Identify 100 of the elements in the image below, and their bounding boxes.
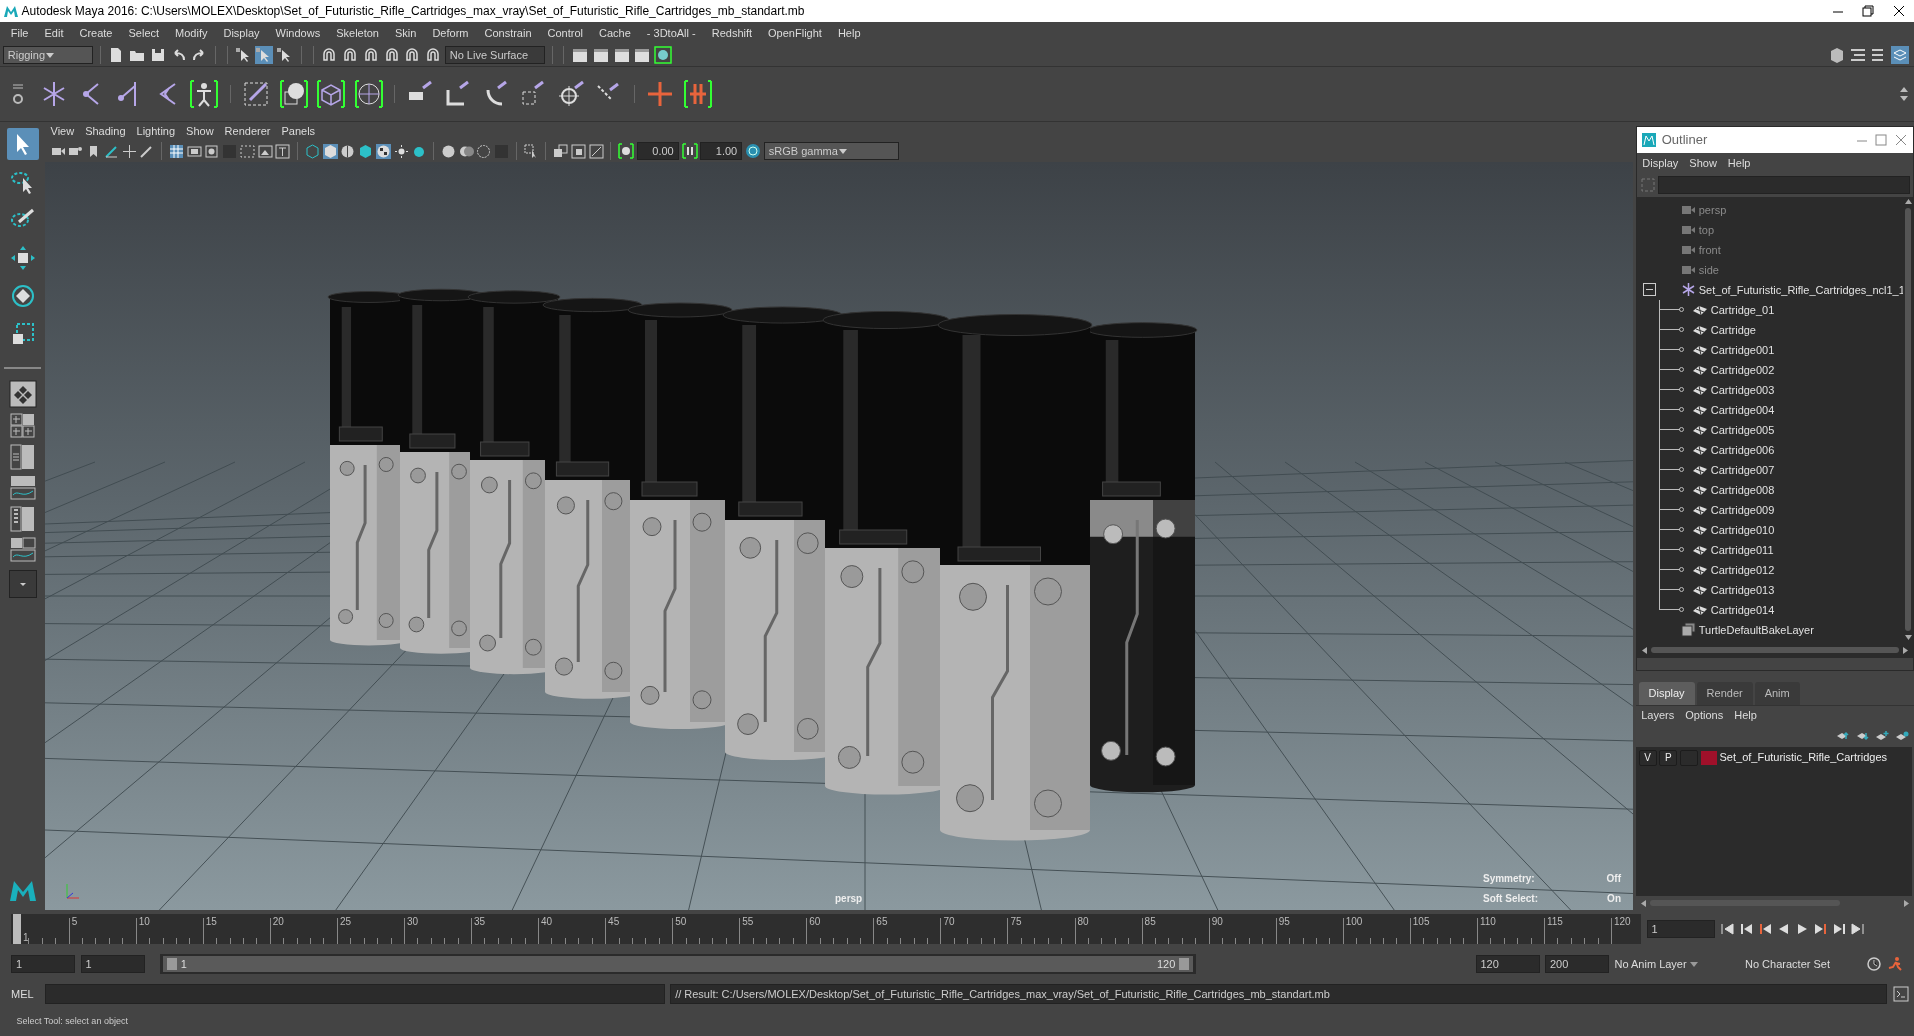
squares-icon[interactable] xyxy=(570,143,586,159)
cube-icon[interactable] xyxy=(322,143,338,159)
sphere-icon[interactable] xyxy=(440,143,456,159)
outliner-item[interactable]: Cartridge014 xyxy=(1710,599,1775,620)
checker-icon[interactable] xyxy=(375,143,391,159)
scroll-right-icon[interactable] xyxy=(1902,898,1912,908)
new-layer-icon[interactable] xyxy=(1894,729,1909,742)
gamma-icon[interactable] xyxy=(681,143,698,159)
clapperboard-icon[interactable] xyxy=(612,46,631,64)
layers-icon[interactable] xyxy=(1890,46,1909,64)
single-view-icon[interactable] xyxy=(8,379,37,408)
current-time-marker[interactable] xyxy=(13,914,21,944)
menu-item[interactable]: Modify xyxy=(167,22,216,44)
gamma-field[interactable]: 1.00 xyxy=(700,142,743,160)
figure-icon[interactable] xyxy=(188,78,221,110)
tool-button[interactable] xyxy=(6,127,39,160)
start-frame-field[interactable]: 1 xyxy=(11,955,75,973)
scrollbar-thumb[interactable] xyxy=(1905,208,1912,631)
cursor-icon[interactable] xyxy=(255,46,274,64)
outliner-item[interactable]: Cartridge006 xyxy=(1710,439,1775,460)
new-layer-icon[interactable] xyxy=(1875,729,1889,742)
menu-item[interactable]: Help xyxy=(829,22,869,44)
outliner-item[interactable]: Cartridge007 xyxy=(1710,459,1775,480)
square-icon[interactable] xyxy=(204,143,220,159)
range-handle[interactable] xyxy=(1179,958,1190,970)
outliner-item[interactable]: Cartridge012 xyxy=(1710,559,1775,580)
menu-item[interactable]: Cache xyxy=(591,22,639,44)
menu-item[interactable]: Select xyxy=(120,22,168,44)
sphere-icon[interactable] xyxy=(340,143,356,159)
menu-item[interactable]: Display xyxy=(215,22,268,44)
step-back-key-icon[interactable] xyxy=(1757,922,1774,936)
filter-field[interactable] xyxy=(1658,176,1911,194)
caret-icon[interactable] xyxy=(45,51,56,59)
menu-item[interactable]: OpenFlight xyxy=(760,22,830,44)
graph-view-icon[interactable] xyxy=(9,475,36,500)
close-icon[interactable] xyxy=(1891,4,1906,18)
scrollbar-thumb[interactable] xyxy=(1651,647,1899,653)
tab[interactable]: Anim xyxy=(1754,682,1800,705)
time-slider[interactable]: 1 5 10 15 20 25 30 35 40 45 50 55 60 65 70 75 80 85 90 95 100 105 110 115 120 xyxy=(11,914,1641,944)
outliner-item[interactable]: Cartridge005 xyxy=(1710,419,1775,440)
outliner-item[interactable]: Cartridge002 xyxy=(1710,359,1775,380)
squares-icon[interactable] xyxy=(588,143,604,159)
square-icon[interactable] xyxy=(239,143,255,159)
range-bar[interactable]: 1 120 xyxy=(162,956,1194,972)
magnet-icon[interactable] xyxy=(341,46,359,64)
menu-item[interactable]: Windows xyxy=(267,22,329,44)
current-frame-field[interactable]: 1 xyxy=(1646,920,1715,938)
restore-icon[interactable] xyxy=(1861,4,1876,18)
magnet-icon[interactable] xyxy=(424,46,442,64)
outliner-item[interactable]: side xyxy=(1698,259,1719,280)
node-view-icon[interactable] xyxy=(9,537,36,562)
character-set-dropdown[interactable]: No Character Set xyxy=(1745,955,1860,973)
panel-menu-item[interactable]: Lighting xyxy=(136,122,176,140)
menu-item[interactable]: Redshift xyxy=(703,22,761,44)
scroll-up-icon[interactable] xyxy=(1903,197,1913,206)
menu-item[interactable]: Skeleton xyxy=(328,22,387,44)
move-layer-up-icon[interactable] xyxy=(1836,729,1850,742)
menu-item[interactable]: Control xyxy=(539,22,591,44)
menu-item[interactable]: File xyxy=(2,22,37,44)
panel-menu-item[interactable]: Show xyxy=(186,122,214,140)
outliner-item[interactable]: Cartridge013 xyxy=(1710,579,1775,600)
outliner-item[interactable]: Cartridge010 xyxy=(1710,519,1775,540)
squares-icon[interactable] xyxy=(553,143,568,159)
tab[interactable]: Display xyxy=(1638,682,1695,705)
menu-item[interactable]: Deform xyxy=(424,22,477,44)
menu-item[interactable]: Show xyxy=(1689,154,1717,172)
scroll-left-icon[interactable] xyxy=(1639,645,1649,655)
layer-name[interactable]: Set_of_Futuristic_Rifle_Cartridges xyxy=(1719,749,1888,766)
menu-item[interactable]: Skin xyxy=(387,22,425,44)
menu-item[interactable]: Layers xyxy=(1641,706,1675,724)
menu-item[interactable]: - 3DtoAll - xyxy=(638,22,704,44)
outliner-view-icon[interactable] xyxy=(10,443,35,470)
outliner-item[interactable]: front xyxy=(1698,239,1721,260)
outliner-item[interactable]: Cartridge011 xyxy=(1710,539,1774,560)
menu-item[interactable]: Help xyxy=(1727,154,1751,172)
panel-menu-item[interactable]: Panels xyxy=(281,122,316,140)
aperture-icon[interactable] xyxy=(618,143,634,159)
outliner-item[interactable]: TurtleDefaultBakeLayer xyxy=(1698,619,1814,640)
sphere-icon[interactable] xyxy=(277,78,310,110)
menu-icon[interactable] xyxy=(11,83,24,91)
panel-menu-item[interactable]: View xyxy=(50,122,75,140)
playback-end-field[interactable]: 120 xyxy=(1475,955,1540,973)
panel-menu-item[interactable]: Renderer xyxy=(224,122,271,140)
menu-item[interactable]: Help xyxy=(1734,706,1757,724)
step-back-icon[interactable] xyxy=(1738,922,1755,936)
menu-item[interactable]: Options xyxy=(1685,706,1724,724)
menu-set-dropdown[interactable]: Rigging xyxy=(2,46,93,64)
image-icon[interactable] xyxy=(257,143,273,159)
running-figure-icon[interactable] xyxy=(1887,956,1903,972)
film-icon[interactable] xyxy=(186,143,202,159)
color-management-icon[interactable] xyxy=(745,143,761,159)
collapse-icon[interactable] xyxy=(1642,283,1656,297)
script-editor-icon[interactable] xyxy=(1892,986,1909,1002)
cube-icon[interactable] xyxy=(304,143,320,159)
layer-color-swatch[interactable] xyxy=(1700,750,1717,765)
list-icon[interactable] xyxy=(1849,46,1867,64)
anim-layer-dropdown[interactable]: No Anim Layer xyxy=(1614,955,1740,973)
clapperboard-icon[interactable] xyxy=(591,46,610,64)
outliner-item[interactable]: Cartridge004 xyxy=(1710,399,1775,420)
outliner-item[interactable]: persp xyxy=(1698,199,1727,220)
